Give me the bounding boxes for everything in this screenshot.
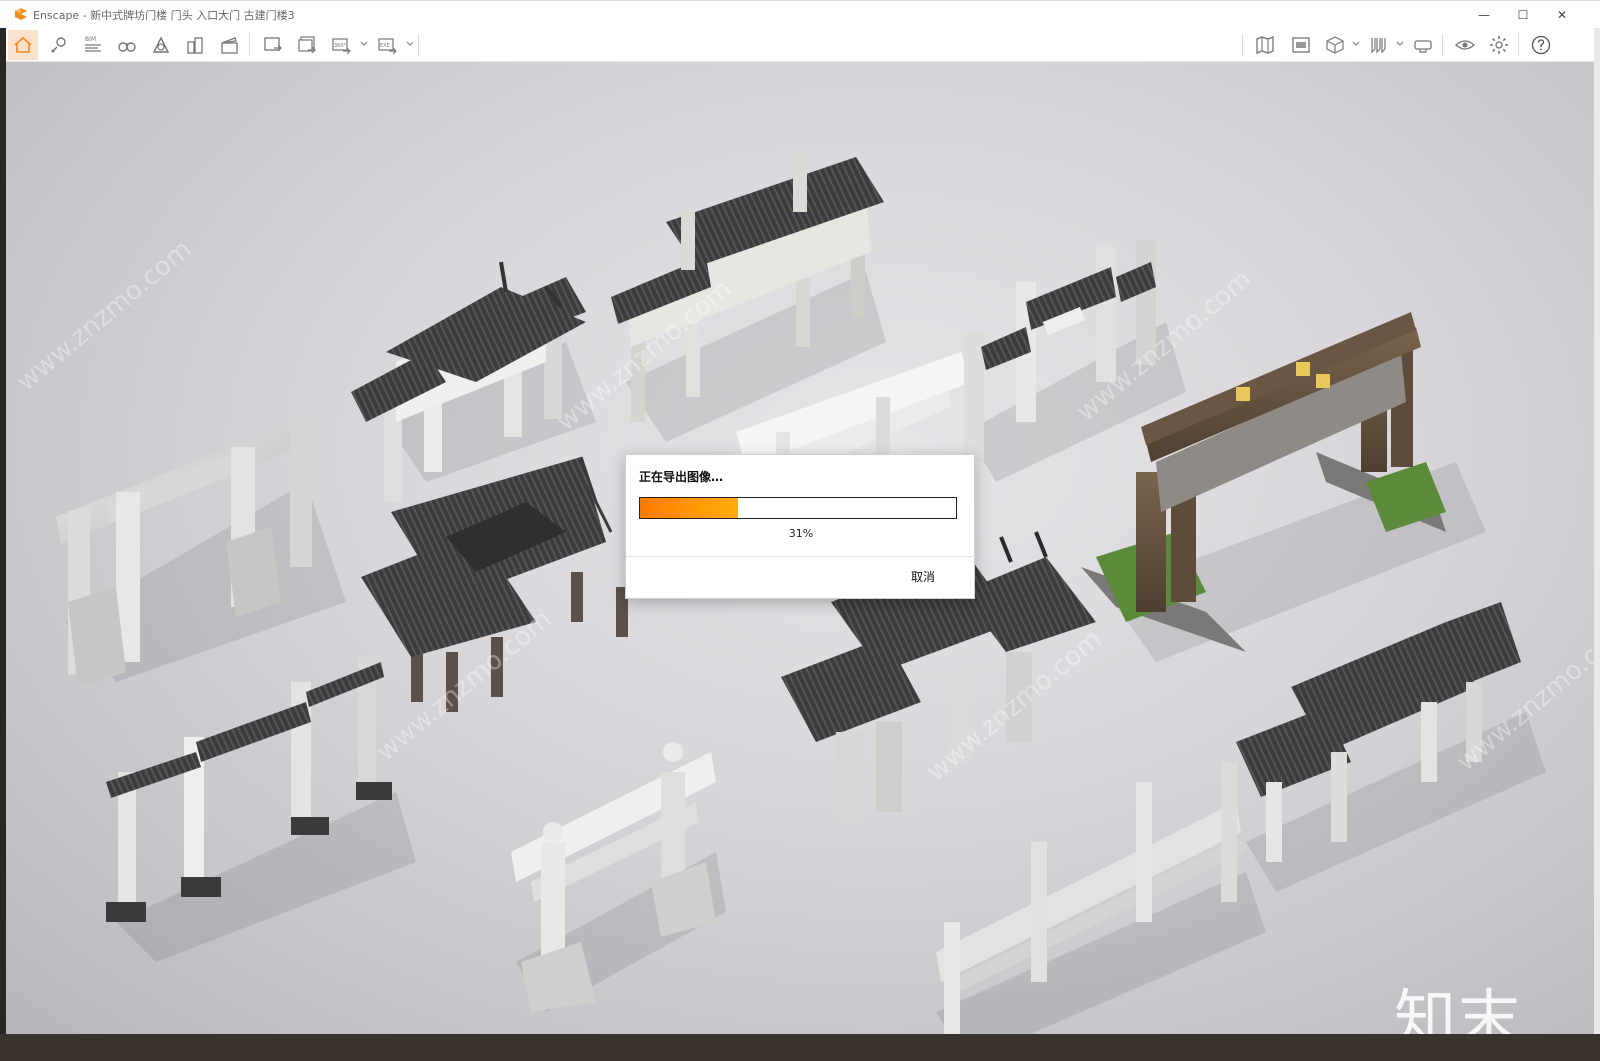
dialog-divider (626, 556, 976, 557)
enscape-toolbar: BIM 360° EXE (6, 28, 1594, 62)
cube-view-icon (1326, 36, 1344, 54)
view-mode-button[interactable] (1320, 30, 1350, 60)
svg-text:360°: 360° (334, 43, 347, 49)
export-exe-icon: EXE (378, 38, 397, 55)
batch-render-button[interactable] (292, 30, 322, 60)
video-editor-button[interactable] (214, 30, 244, 60)
bim-icon: BIM (85, 36, 101, 52)
cancel-button[interactable]: 取消 (911, 568, 935, 585)
help-icon (1531, 35, 1551, 55)
buildings-button[interactable] (180, 30, 210, 60)
svg-text:www.znzmo.com: www.znzmo.com (11, 234, 197, 397)
export-exe-button[interactable]: EXE (372, 30, 402, 60)
panorama-icon: 360° (332, 38, 351, 55)
bim-button[interactable]: BIM (78, 30, 108, 60)
map-button[interactable] (44, 30, 74, 60)
desktop-background (0, 1034, 1600, 1061)
asset-library-button[interactable] (1250, 30, 1280, 60)
svg-text:EXE: EXE (380, 43, 390, 49)
progress-percent: 31% (788, 527, 814, 540)
chevron-down-icon[interactable] (360, 40, 368, 48)
minimize-button[interactable]: — (1465, 1, 1503, 29)
window-edge-strip (1594, 28, 1600, 1034)
settings-button[interactable] (1484, 30, 1514, 60)
screenshot-button[interactable] (258, 30, 288, 60)
atmosphere-icon (152, 36, 170, 53)
vr-headset-icon (1414, 40, 1432, 53)
window-title: Enscape - 新中式牌坊门楼 门头 入口大门 古建门楼3 (33, 9, 295, 22)
bookmark-icon (1371, 38, 1386, 54)
home-icon (14, 36, 32, 53)
enscape-window: Enscape - 新中式牌坊门楼 门头 入口大门 古建门楼3 — ☐ ✕ BI… (0, 0, 1600, 1061)
asset-library-icon (1256, 36, 1274, 54)
title-bar: Enscape - 新中式牌坊门楼 门头 入口大门 古建门楼3 — ☐ ✕ (0, 0, 1600, 28)
binoculars-icon (118, 42, 136, 52)
enscape-logo-icon (15, 8, 27, 20)
vr-button[interactable] (1408, 30, 1438, 60)
chevron-down-icon[interactable] (1396, 40, 1404, 48)
panorama-button[interactable]: 360° (326, 30, 356, 60)
maximize-button[interactable]: ☐ (1504, 1, 1542, 29)
visibility-eye-icon (1455, 40, 1475, 50)
progress-bar (639, 497, 957, 519)
settings-gear-icon (1490, 36, 1508, 54)
chevron-down-icon[interactable] (1352, 40, 1360, 48)
watermark-brand: 知末 (1394, 982, 1523, 1034)
toolbar-separator (1242, 34, 1243, 56)
toolbar-separator (418, 34, 419, 56)
screenshot-icon (264, 37, 282, 52)
material-editor-icon (1292, 37, 1310, 53)
views-button[interactable] (1364, 30, 1394, 60)
visibility-button[interactable] (1450, 30, 1480, 60)
toolbar-separator (1518, 34, 1519, 56)
walk-mode-button[interactable] (112, 30, 142, 60)
close-button[interactable]: ✕ (1543, 1, 1581, 29)
buildings-icon (187, 37, 203, 54)
progress-bar-fill (640, 498, 738, 518)
toolbar-separator (1442, 34, 1443, 56)
toolbar-separator (249, 34, 250, 56)
chevron-down-icon[interactable] (406, 40, 414, 48)
material-editor-button[interactable] (1286, 30, 1316, 60)
map-pin-icon (51, 37, 66, 53)
batch-render-icon (298, 36, 316, 54)
svg-text:BIM: BIM (85, 36, 96, 43)
help-button[interactable] (1526, 30, 1556, 60)
home-button[interactable] (8, 30, 38, 60)
atmosphere-button[interactable] (146, 30, 176, 60)
dialog-title: 正在导出图像… (639, 470, 724, 484)
clapper-icon (221, 37, 238, 54)
export-progress-dialog: 正在导出图像… 31% 取消 (625, 454, 976, 599)
